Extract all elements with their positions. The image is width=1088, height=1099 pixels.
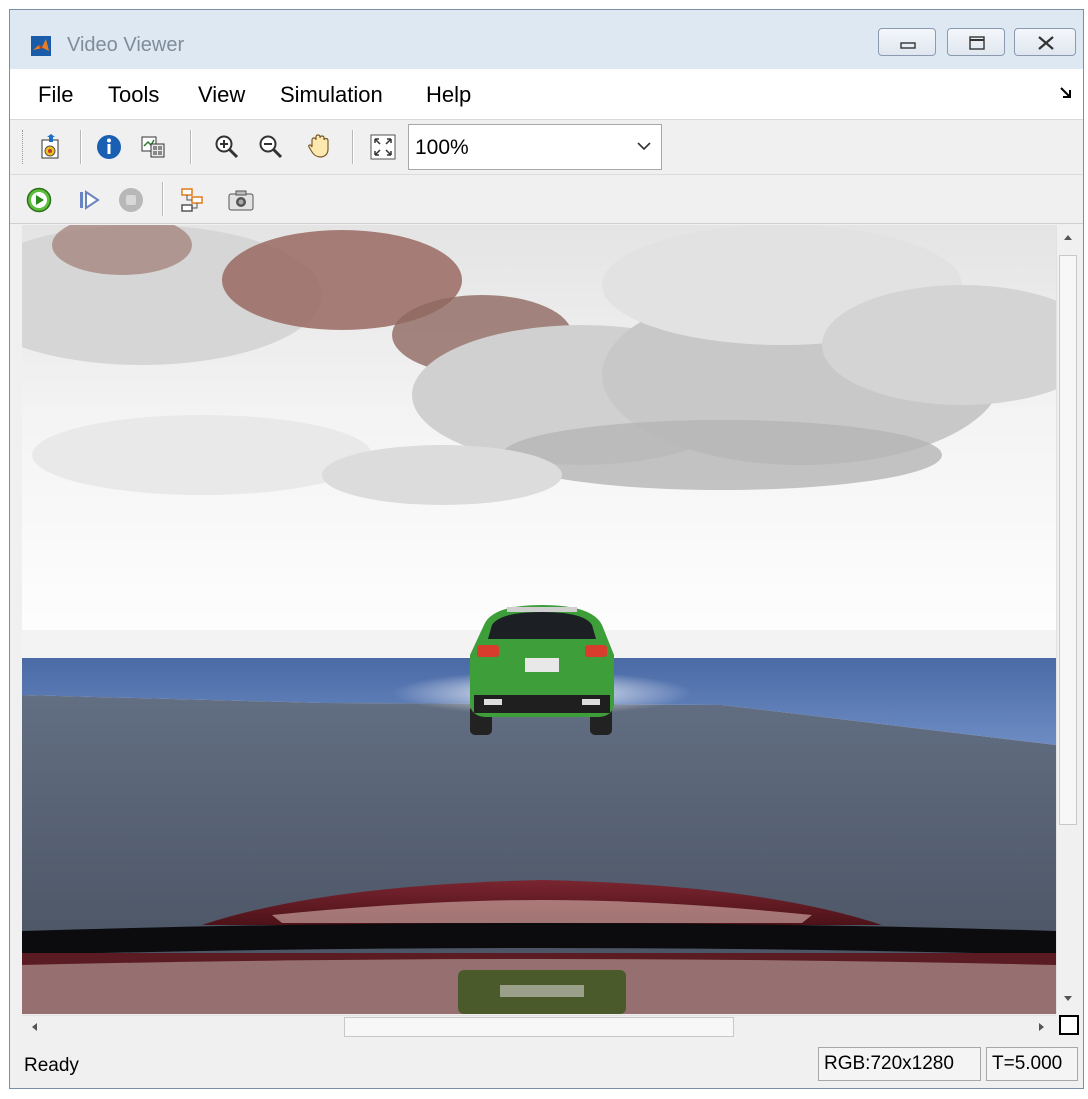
menu-simulation[interactable]: Simulation <box>280 82 383 108</box>
toolbar-grip <box>22 130 25 164</box>
status-text: Ready <box>24 1055 79 1076</box>
window-title: Video Viewer <box>67 34 185 56</box>
menu-view[interactable]: View <box>198 82 245 108</box>
menu-tools[interactable]: Tools <box>108 82 159 108</box>
highlight-block-icon[interactable] <box>180 187 206 213</box>
toolbar-separator <box>352 130 354 164</box>
vertical-scrollbar[interactable] <box>1056 225 1080 1014</box>
close-button[interactable] <box>1014 28 1076 56</box>
step-forward-icon[interactable] <box>76 187 102 213</box>
zoom-level-select[interactable]: 100% <box>408 124 662 170</box>
horizontal-scrollbar[interactable] <box>22 1015 1056 1038</box>
pan-hand-icon[interactable] <box>306 133 332 159</box>
open-scope-icon[interactable] <box>140 134 166 160</box>
run-icon[interactable] <box>26 187 52 213</box>
snapshot-icon[interactable] <box>228 187 254 213</box>
fit-to-view-icon[interactable] <box>370 134 396 160</box>
scroll-right-icon[interactable] <box>1038 1022 1046 1032</box>
main-toolbar: 100% <box>10 120 1083 175</box>
chevron-down-icon <box>637 142 651 151</box>
zoom-out-icon[interactable] <box>258 134 284 160</box>
zoom-level-value: 100% <box>415 136 469 159</box>
resize-corner[interactable] <box>1059 1015 1079 1035</box>
close-icon <box>1038 36 1054 50</box>
image-dimensions: RGB:720x1280 <box>818 1047 981 1081</box>
video-viewer-window: Video Viewer File Tools View Simulation … <box>9 9 1084 1089</box>
lead-car <box>470 605 614 735</box>
dock-arrow-icon[interactable] <box>1059 86 1073 100</box>
toolbar-separator <box>190 130 192 164</box>
video-frame <box>22 225 1056 1014</box>
status-bar: Ready RGB:720x1280 T=5.000 <box>10 1040 1083 1088</box>
maximize-button[interactable] <box>947 28 1005 56</box>
scroll-left-icon[interactable] <box>30 1022 38 1032</box>
scroll-up-icon[interactable] <box>1063 233 1073 241</box>
scroll-down-icon[interactable] <box>1063 995 1073 1003</box>
minimize-button[interactable] <box>878 28 936 56</box>
toolbar-separator <box>162 182 164 216</box>
menu-help[interactable]: Help <box>426 82 471 108</box>
parameters-icon[interactable] <box>38 134 64 160</box>
video-display[interactable] <box>22 225 1056 1014</box>
stop-icon[interactable] <box>118 187 144 213</box>
horizontal-scroll-thumb[interactable] <box>344 1017 734 1037</box>
matlab-logo-icon <box>31 36 51 56</box>
playback-toolbar <box>10 175 1083 224</box>
simulation-time: T=5.000 <box>986 1047 1078 1081</box>
info-icon[interactable] <box>96 134 122 160</box>
minimize-icon <box>900 42 916 49</box>
vertical-scroll-thumb[interactable] <box>1059 255 1077 825</box>
menu-bar: File Tools View Simulation Help <box>10 69 1083 120</box>
zoom-in-icon[interactable] <box>214 134 240 160</box>
menu-file[interactable]: File <box>38 82 73 108</box>
toolbar-separator <box>80 130 82 164</box>
restore-icon <box>969 36 985 50</box>
title-bar: Video Viewer <box>10 10 1083 69</box>
